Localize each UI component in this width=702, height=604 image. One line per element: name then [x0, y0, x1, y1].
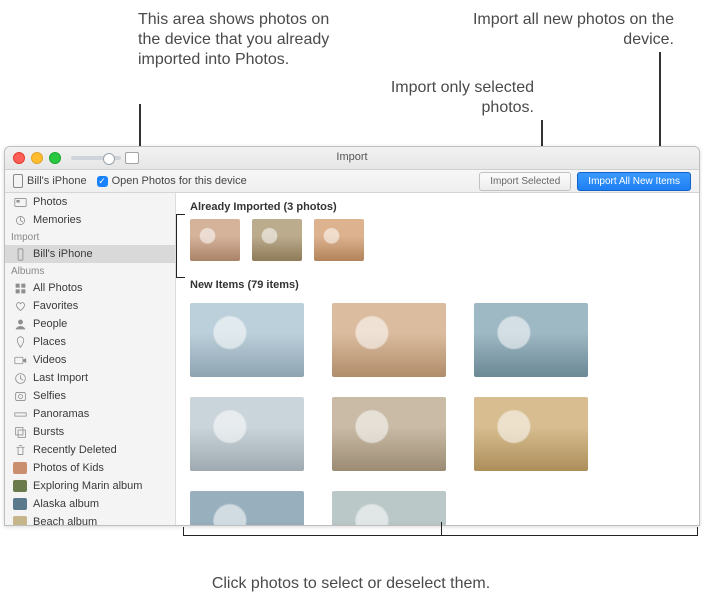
window-traffic-lights — [5, 152, 61, 164]
sidebar-item[interactable]: Photos of Kids — [5, 459, 175, 477]
already-imported-header: Already Imported (3 photos) — [176, 193, 699, 219]
open-photos-label: Open Photos for this device — [112, 175, 247, 187]
sidebar: Photos Memories Import Bill's iPhone Albums A… — [5, 193, 176, 526]
device-indicator[interactable]: Bill's iPhone — [13, 174, 87, 188]
sidebar-item-label: All Photos — [33, 282, 83, 294]
open-photos-checkbox[interactable] — [97, 176, 108, 187]
photo-thumbnail[interactable] — [190, 303, 304, 377]
button-label: Import All New Items — [588, 176, 680, 187]
photo-thumbnail[interactable] — [190, 397, 304, 471]
sidebar-item[interactable]: Bursts — [5, 423, 175, 441]
button-label: Import Selected — [490, 176, 560, 187]
sidebar-item[interactable]: Alaska album — [5, 495, 175, 513]
bursts-icon — [13, 426, 27, 438]
sidebar-item[interactable]: Bill's iPhone — [5, 245, 175, 263]
close-icon[interactable] — [13, 152, 25, 164]
sidebar-item-label: Exploring Marin album — [33, 480, 142, 492]
bracket-notch — [441, 522, 443, 536]
sidebar-item-label: Last Import — [33, 372, 88, 384]
sidebar-item-label: Videos — [33, 354, 66, 366]
people-icon — [13, 318, 27, 330]
sidebar-item-label: Photos of Kids — [33, 462, 104, 474]
selfies-icon — [13, 390, 27, 402]
sidebar-item[interactable]: Panoramas — [5, 405, 175, 423]
import-all-new-items-button[interactable]: Import All New Items — [577, 172, 691, 191]
sidebar-item[interactable]: People — [5, 315, 175, 333]
sidebar-item-label: Favorites — [33, 300, 78, 312]
bracket-already-imported — [176, 214, 185, 278]
sidebar-item-label: Beach album — [33, 516, 97, 526]
sidebar-item[interactable]: Beach album — [5, 513, 175, 526]
sidebar-item-label: People — [33, 318, 67, 330]
sidebar-item[interactable]: Favorites — [5, 297, 175, 315]
sidebar-item-label: Memories — [33, 214, 81, 226]
photo-thumbnail[interactable] — [314, 219, 364, 261]
photo-thumbnail[interactable] — [332, 397, 446, 471]
album-thumb-icon — [13, 480, 27, 492]
window-titlebar: Import — [5, 147, 699, 170]
photo-thumbnail[interactable] — [190, 219, 240, 261]
album-thumb-icon — [13, 498, 27, 510]
photos-icon — [13, 196, 27, 208]
bracket-new-items — [183, 527, 698, 536]
sidebar-item-label: Places — [33, 336, 66, 348]
sidebar-item-label: Alaska album — [33, 498, 99, 510]
photos-app-window: Import Bill's iPhone Open Photos for thi… — [4, 146, 700, 526]
new-items-header: New Items (79 items) — [176, 271, 699, 297]
album-thumb-icon — [13, 516, 27, 526]
zoom-icon[interactable] — [49, 152, 61, 164]
all-icon — [13, 282, 27, 294]
import-toolbar: Bill's iPhone Open Photos for this devic… — [5, 170, 699, 193]
sidebar-item[interactable]: Memories — [5, 211, 175, 229]
sidebar-item-label: Photos — [33, 196, 67, 208]
new-items-grid — [176, 297, 699, 526]
photo-thumbnail[interactable] — [252, 219, 302, 261]
iphone-icon — [13, 248, 27, 260]
pin-icon — [13, 336, 27, 348]
import-selected-button[interactable]: Import Selected — [479, 172, 571, 191]
trash-icon — [13, 444, 27, 456]
photo-thumbnail[interactable] — [190, 491, 304, 526]
heart-icon — [13, 300, 27, 312]
callout-already-imported: This area shows photos on the device tha… — [138, 10, 333, 70]
sidebar-item-label: Bursts — [33, 426, 64, 438]
photo-thumbnail[interactable] — [474, 397, 588, 471]
thumbnail-zoom-slider[interactable] — [71, 156, 121, 160]
sidebar-item-label: Selfies — [33, 390, 66, 402]
photo-thumbnail[interactable] — [332, 303, 446, 377]
sidebar-item[interactable]: Videos — [5, 351, 175, 369]
main-content: Already Imported (3 photos) New Items (7… — [176, 193, 699, 526]
sidebar-item[interactable]: Places — [5, 333, 175, 351]
clock-icon — [13, 372, 27, 384]
sidebar-item-label: Bill's iPhone — [33, 248, 93, 260]
photo-thumbnail[interactable] — [332, 491, 446, 526]
photo-thumbnail[interactable] — [474, 303, 588, 377]
callout-import-all: Import all new photos on the device. — [434, 10, 674, 50]
memories-icon — [13, 214, 27, 226]
iphone-icon — [13, 174, 23, 188]
callout-import-selected: Import only selected photos. — [364, 78, 534, 118]
sidebar-item-label: Panoramas — [33, 408, 89, 420]
sidebar-section-header: Import — [5, 229, 175, 245]
sidebar-item-label: Recently Deleted — [33, 444, 117, 456]
pano-icon — [13, 408, 27, 420]
already-imported-grid — [176, 219, 699, 271]
device-name: Bill's iPhone — [27, 175, 87, 187]
sidebar-item[interactable]: Selfies — [5, 387, 175, 405]
minimize-icon[interactable] — [31, 152, 43, 164]
sidebar-section-header: Albums — [5, 263, 175, 279]
callout-click-select: Click photos to select or deselect them. — [0, 574, 702, 594]
sidebar-item[interactable]: Exploring Marin album — [5, 477, 175, 495]
sidebar-item[interactable]: Photos — [5, 193, 175, 211]
sidebar-item[interactable]: Last Import — [5, 369, 175, 387]
sidebar-item[interactable]: All Photos — [5, 279, 175, 297]
thumbnail-zoom-max-icon[interactable] — [125, 152, 139, 164]
album-thumb-icon — [13, 462, 27, 474]
sidebar-item[interactable]: Recently Deleted — [5, 441, 175, 459]
video-icon — [13, 354, 27, 366]
slider-thumb[interactable] — [103, 153, 115, 165]
